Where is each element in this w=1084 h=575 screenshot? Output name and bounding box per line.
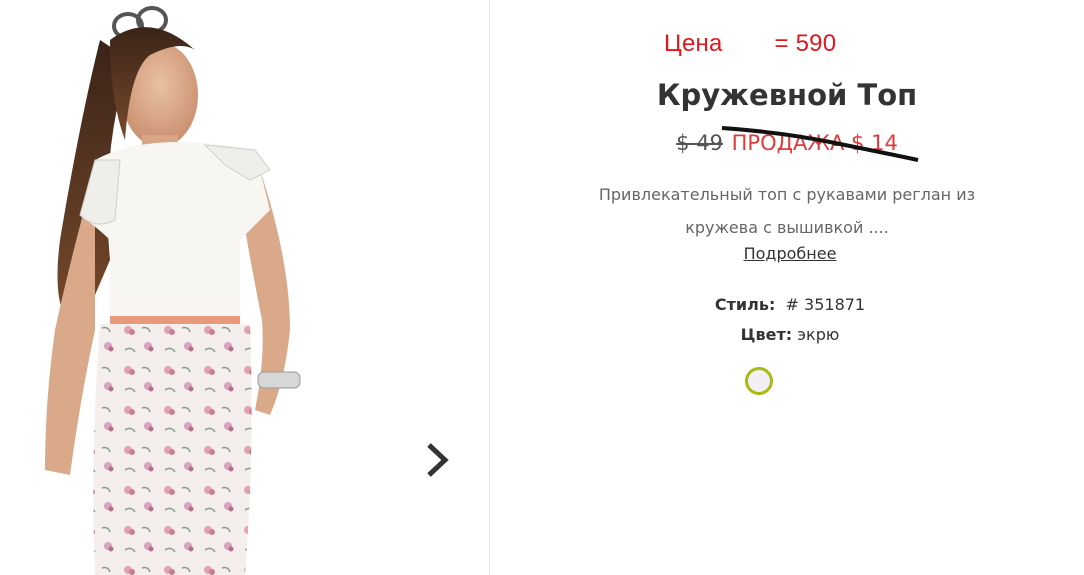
product-info: Цена = 590 Кружевной Топ $ 49 ПРОДАЖА $ 1… — [490, 0, 1084, 575]
color-value: экрю — [797, 325, 840, 344]
description-line: Привлекательный топ с рукавами реглан из — [598, 185, 976, 204]
color-info: Цвет: экрю — [490, 325, 1084, 344]
next-image-button[interactable] — [420, 440, 454, 480]
color-swatch[interactable] — [745, 367, 773, 395]
product-image — [0, 0, 489, 575]
model-photo — [45, 6, 301, 575]
style-info: Стиль: # 351871 — [490, 295, 1084, 314]
price-annotation-value: = 590 — [774, 30, 837, 57]
product-title: Кружевной Топ — [656, 78, 918, 112]
price-annotation: Цена = 590 — [664, 30, 836, 58]
sale-price: ПРОДАЖА $ 14 — [731, 131, 898, 155]
product-page: Цена = 590 Кружевной Топ $ 49 ПРОДАЖА $ 1… — [0, 0, 1084, 575]
description-line: кружева с вышивкой .... — [685, 218, 889, 237]
product-prices: $ 49 ПРОДАЖА $ 14 — [490, 131, 1084, 155]
style-label: Стиль: — [714, 295, 776, 314]
style-value: # 351871 — [785, 295, 866, 314]
chevron-right-icon — [427, 443, 449, 477]
old-price: $ 49 — [676, 131, 723, 155]
color-label: Цвет: — [740, 325, 793, 344]
more-details-link[interactable]: Подробнее — [490, 244, 1084, 263]
price-annotation-label: Цена — [664, 30, 723, 57]
product-description: Привлекательный топ с рукавами реглан из… — [587, 178, 987, 244]
